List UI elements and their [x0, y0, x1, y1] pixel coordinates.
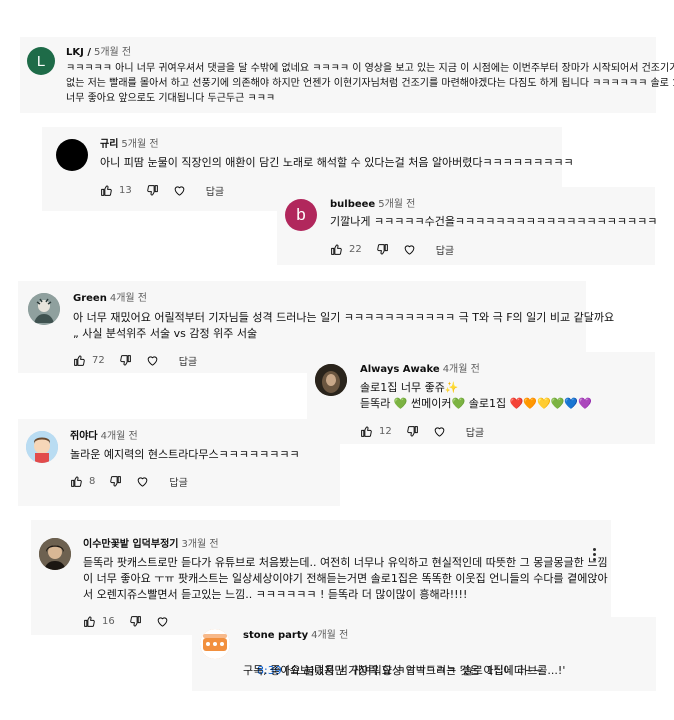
avatar-illustration: [26, 431, 58, 463]
comment-actions: 72 답글: [73, 353, 197, 368]
reply-button[interactable]: 답글: [169, 474, 187, 489]
avatar[interactable]: [39, 538, 71, 570]
comment-header: Always Awake 4개월 전: [360, 364, 480, 376]
comment-author[interactable]: 이수만꽃밭 입덕부정기: [83, 539, 178, 550]
comment-header: bulbeee 5개월 전: [330, 199, 415, 211]
avatar-letter: L: [36, 52, 46, 70]
avatar[interactable]: b: [285, 199, 317, 231]
reply-button[interactable]: 답글: [436, 242, 454, 257]
avatar[interactable]: [315, 364, 347, 396]
comment-card: Always Awake 4개월 전 솔로1집 너무 좋쥬✨ 듣똑라 💚 썬메이커…: [307, 352, 655, 444]
comment-text-line: „ 사실 분석위주 서술 vs 감정 위주 서술: [73, 327, 258, 340]
avatar[interactable]: [28, 293, 60, 325]
like-count: 13: [119, 184, 132, 196]
comment-time[interactable]: 3개월 전: [181, 539, 218, 550]
comment-author[interactable]: Always Awake: [360, 364, 440, 375]
comment-header: 규리 5개월 전: [100, 139, 159, 151]
heart-icon[interactable]: [173, 184, 186, 197]
comment-text-line: 놀라운 예지력의 현스트라다무스ㅋㅋㅋㅋㅋㅋㅋㅋ: [70, 448, 300, 461]
comment-text-line: 솔로1집 너무 좋쥬✨: [360, 381, 459, 394]
comment-text-line: 구독, 좋아요 눌렀지만 가창력 향상 압박드리는 것은 아닙니다~~: [243, 664, 543, 677]
like-count: 72: [92, 354, 105, 366]
comment-actions: 12 답글: [360, 424, 484, 439]
reply-button[interactable]: 답글: [179, 353, 197, 368]
comment-text-line: 너무 좋아요 앞으로도 기대됩니다 두근두근 ㅋㅋㅋ: [66, 93, 276, 104]
comment-text-line: 듣똑라 팟캐스트로만 듣다가 유튜브로 처음봤는데.. 여전히 너무나 유익하고…: [83, 556, 608, 569]
comment-author[interactable]: stone party: [243, 630, 308, 641]
avatar[interactable]: [26, 431, 58, 463]
comment-author[interactable]: bulbeee: [330, 199, 375, 210]
comment-author[interactable]: 쥐야다: [70, 431, 98, 442]
thumb-up-icon[interactable]: [70, 475, 83, 488]
comment-header: Green 4개월 전: [73, 293, 147, 305]
comment-time[interactable]: 4개월 전: [101, 431, 138, 442]
thumb-up-icon[interactable]: [73, 354, 86, 367]
reply-button[interactable]: 답글: [466, 424, 484, 439]
thumb-up-icon[interactable]: [360, 425, 373, 438]
thumb-down-icon[interactable]: [129, 615, 142, 628]
heart-icon[interactable]: [156, 615, 169, 628]
comment-time[interactable]: 5개월 전: [94, 47, 131, 58]
like-count: 22: [349, 243, 362, 255]
thumb-up-icon[interactable]: [330, 243, 343, 256]
like-count: 8: [89, 475, 96, 487]
comment-actions: 22 답글: [330, 242, 454, 257]
thumb-up-icon[interactable]: [83, 615, 96, 628]
like-count: 12: [379, 425, 392, 437]
thumb-up-icon[interactable]: [100, 184, 113, 197]
avatar-letter: b: [296, 205, 306, 224]
comment-text-line: 서 오렌지쥬스빨면서 듣고있는 느낌.. ㅋㅋㅋㅋㅋㅋ ! 듣똑라 더 많이많이…: [83, 588, 468, 601]
comment-author[interactable]: Green: [73, 293, 107, 304]
avatar-illustration: [200, 629, 230, 659]
comment-card: 쥐야다 4개월 전 놀라운 예지력의 현스트라다무스ㅋㅋㅋㅋㅋㅋㅋㅋ 8 답글: [18, 419, 340, 506]
avatar[interactable]: [200, 629, 230, 659]
comment-time[interactable]: 5개월 전: [121, 139, 158, 150]
thumb-down-icon[interactable]: [109, 475, 122, 488]
avatar-illustration: [39, 538, 71, 570]
comment-card: stone party 4개월 전 8:39 [속보]내용 넘 귀여워요 ㅋㅋㅋㅋ…: [192, 617, 656, 691]
comment-author[interactable]: 규리: [100, 139, 118, 150]
comment-text-line: 아니 피땀 눈물이 직장인의 애환이 담긴 노래로 해석할 수 있다는걸 처음 …: [100, 156, 574, 169]
avatar[interactable]: L: [27, 47, 55, 75]
thumb-down-icon[interactable]: [119, 354, 132, 367]
comment-time[interactable]: 4개월 전: [110, 293, 147, 304]
comment-text-line: 아 너무 재밌어요 어릴적부터 기자님들 성격 드러나는 일기 ㅋㅋㅋㅋㅋㅋㅋㅋ…: [73, 311, 615, 324]
comment-card: b bulbeee 5개월 전 기깔나게 ㅋㅋㅋㅋㅋ수건을ㅋㅋㅋㅋㅋㅋㅋㅋㅋㅋㅋㅋ…: [277, 187, 658, 265]
comment-header: stone party 4개월 전: [243, 630, 348, 642]
comment-author[interactable]: LKJ /: [66, 47, 91, 58]
comment-text-line: 없는 저는 빨래를 몰아서 하고 선풍기에 의존해야 하지만 언젠가 이현기자님…: [66, 78, 674, 89]
heart-icon[interactable]: [403, 243, 416, 256]
comment-time[interactable]: 4개월 전: [311, 630, 348, 641]
like-count: 16: [102, 615, 115, 627]
comment-header: 쥐야다 4개월 전: [70, 431, 138, 443]
comment-text-line: 이 너무 좋아요 ㅜㅠ 팟캐스트는 일상세상이야기 전해듣는거면 솔로1집은 똑…: [83, 572, 608, 585]
thumb-down-icon[interactable]: [376, 243, 389, 256]
thumb-down-icon[interactable]: [146, 184, 159, 197]
reply-button[interactable]: 답글: [206, 183, 224, 198]
heart-icon[interactable]: [136, 475, 149, 488]
avatar-illustration: [28, 293, 60, 325]
avatar[interactable]: [56, 139, 88, 171]
comment-actions: 13 답글: [100, 183, 224, 198]
comment-actions: 8 답글: [70, 474, 188, 489]
thumb-down-icon[interactable]: [406, 425, 419, 438]
comment-header: LKJ /5개월 전: [66, 47, 131, 59]
heart-icon[interactable]: [146, 354, 159, 367]
comment-card: L LKJ /5개월 전 ㅋㅋㅋㅋㅋ 아니 너무 귀여우셔서 댓글을 달 수밖에…: [20, 37, 674, 113]
comment-actions: 16: [83, 614, 169, 628]
comment-time[interactable]: 4개월 전: [443, 364, 480, 375]
comment-text-line: 기깔나게 ㅋㅋㅋㅋㅋ수건을ㅋㅋㅋㅋㅋㅋㅋㅋㅋㅋㅋㅋㅋㅋㅋㅋㅋㅋㅋㅋ: [330, 215, 658, 228]
comment-text-line: 듣똑라 💚 썬메이커💚 솔로1집 ❤️🧡💛💚💙💜: [360, 397, 592, 410]
comment-header: 이수만꽃밭 입덕부정기 3개월 전: [83, 539, 219, 551]
comment-text-line: ㅋㅋㅋㅋㅋ 아니 너무 귀여우셔서 댓글을 달 수밖에 없네요 ㅋㅋㅋㅋ 이 영…: [66, 63, 674, 74]
heart-icon[interactable]: [433, 425, 446, 438]
avatar-illustration: [315, 364, 347, 396]
comment-time[interactable]: 5개월 전: [378, 199, 415, 210]
